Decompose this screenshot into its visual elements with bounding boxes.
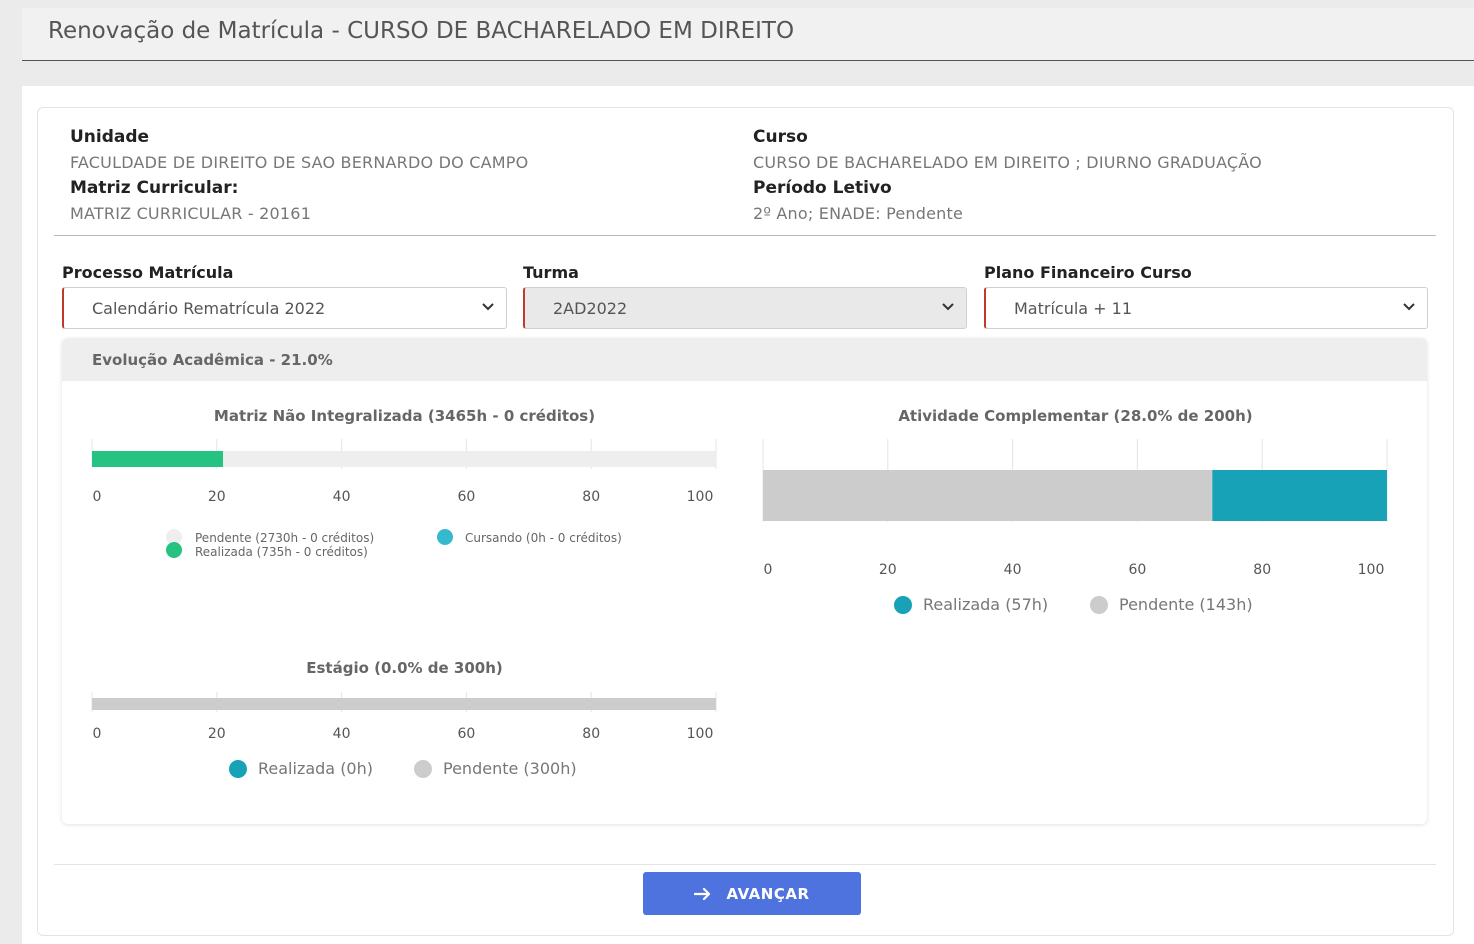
avancar-button[interactable]: AVANÇAR bbox=[643, 872, 861, 915]
processo-label: Processo Matrícula bbox=[62, 263, 234, 282]
arrow-right-icon bbox=[694, 887, 711, 900]
turma-label: Turma bbox=[523, 263, 579, 282]
chevron-down-icon bbox=[482, 303, 494, 311]
info-divider bbox=[54, 235, 1436, 236]
avancar-label: AVANÇAR bbox=[726, 884, 810, 903]
evolucao-header: Evolução Acadêmica - 21.0% bbox=[62, 338, 1427, 381]
page-header: Renovação de Matrícula - CURSO DE BACHAR… bbox=[22, 8, 1474, 61]
plano-label: Plano Financeiro Curso bbox=[984, 263, 1192, 282]
plano-select-value: Matrícula + 11 bbox=[1014, 299, 1133, 318]
footer-divider bbox=[54, 864, 1436, 865]
evolucao-title: Evolução Acadêmica - 21.0% bbox=[92, 351, 333, 369]
page-title: Renovação de Matrícula - CURSO DE BACHAR… bbox=[48, 18, 795, 44]
unidade-value: FACULDADE DE DIREITO DE SAO BERNARDO DO … bbox=[70, 153, 529, 172]
turma-select[interactable]: 2AD2022 bbox=[523, 287, 967, 329]
chart-atividade-title: Atividade Complementar (28.0% de 200h) bbox=[898, 407, 1253, 425]
plano-select[interactable]: Matrícula + 11 bbox=[984, 287, 1428, 329]
curso-label: Curso bbox=[753, 127, 808, 147]
matriz-value: MATRIZ CURRICULAR - 20161 bbox=[70, 204, 312, 223]
processo-select-value: Calendário Rematrícula 2022 bbox=[92, 299, 326, 318]
turma-select-value: 2AD2022 bbox=[553, 299, 628, 318]
periodo-value: 2º Ano; ENADE: Pendente bbox=[753, 204, 964, 223]
chevron-down-icon bbox=[942, 303, 954, 311]
chevron-down-icon bbox=[1403, 303, 1415, 311]
chart-estagio-title: Estágio (0.0% de 300h) bbox=[306, 659, 503, 677]
unidade-label: Unidade bbox=[70, 127, 150, 147]
curso-value: CURSO DE BACHARELADO EM DIREITO ; DIURNO… bbox=[753, 153, 1262, 172]
matriz-label: Matriz Curricular: bbox=[70, 178, 239, 198]
processo-select[interactable]: Calendário Rematrícula 2022 bbox=[62, 287, 507, 329]
periodo-label: Período Letivo bbox=[753, 178, 892, 198]
chart-matriz-title: Matriz Não Integralizada (3465h - 0 créd… bbox=[213, 407, 596, 425]
